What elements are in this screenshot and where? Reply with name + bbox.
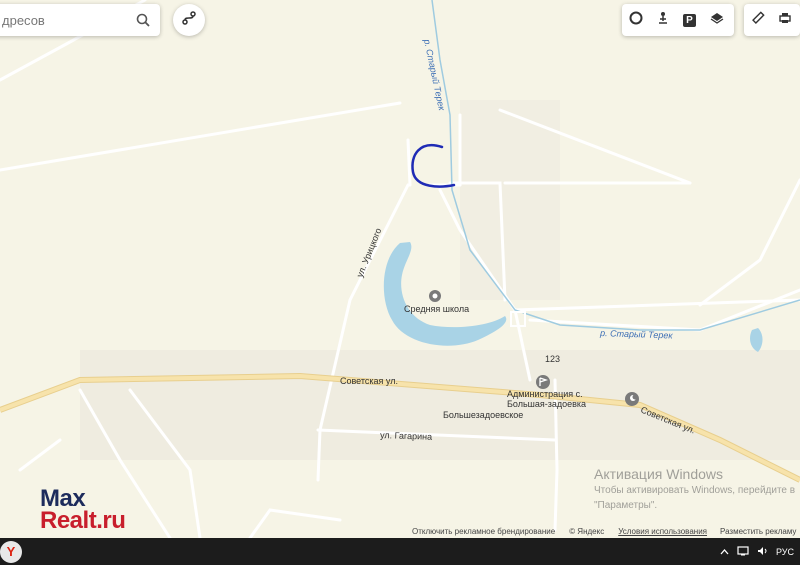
label-admin-2: Большая-задоевка	[507, 399, 586, 409]
panorama-icon	[656, 11, 670, 30]
label-gagarina: ул. Гагарина	[380, 430, 432, 442]
search-input[interactable]	[0, 11, 132, 29]
school-poi-icon	[429, 290, 441, 302]
traffic-icon	[629, 11, 643, 30]
map-layers-toolbar: P	[622, 4, 734, 36]
search-icon[interactable]	[132, 9, 154, 31]
label-123: 123	[545, 354, 560, 364]
disable-ads-link[interactable]: Отключить рекламное брендирование	[412, 527, 555, 536]
layers-icon	[710, 11, 724, 30]
logo-realt: Realt.ru	[40, 507, 126, 534]
panorama-button[interactable]	[649, 4, 676, 36]
label-admin-1: Администрация с.	[507, 389, 583, 399]
traffic-button[interactable]	[622, 4, 649, 36]
terms-link[interactable]: Условия использования	[618, 527, 707, 536]
label-school: Средняя школа	[404, 304, 469, 314]
print-icon	[778, 11, 792, 30]
label-village: Большезадоевское	[443, 410, 523, 420]
search-box[interactable]	[0, 4, 160, 36]
windows-activation-watermark: Активация Windows Чтобы активировать Win…	[594, 466, 795, 512]
network-icon[interactable]	[737, 545, 749, 558]
tools-toolbar	[744, 4, 800, 36]
system-tray: РУС	[720, 538, 794, 565]
chevron-up-icon[interactable]	[720, 547, 729, 557]
map-footer: Отключить рекламное брендирование © Янде…	[412, 527, 707, 536]
activation-line1: Чтобы активировать Windows, перейдите в	[594, 485, 796, 496]
volume-icon[interactable]	[757, 546, 768, 558]
route-button[interactable]	[173, 4, 205, 36]
language-indicator[interactable]: РУС	[776, 547, 794, 557]
ad-settings-link[interactable]: Разместить рекламу	[720, 527, 796, 536]
moon-poi-icon	[625, 392, 639, 406]
taskbar: Y РУС	[0, 538, 800, 565]
parking-icon: P	[683, 13, 696, 27]
label-sovetskaya-left: Советская ул.	[340, 376, 398, 386]
administration-flag-icon	[536, 375, 550, 389]
activation-title: Активация Windows	[594, 466, 724, 482]
activation-line2: "Параметры".	[594, 500, 658, 511]
layers-button[interactable]	[703, 4, 730, 36]
print-button[interactable]	[771, 4, 798, 36]
route-icon	[181, 10, 197, 31]
yandex-copyright: © Яндекс	[569, 527, 605, 536]
map-canvas[interactable]: р. Старый Терек р. Старый Терек ул. Уриц…	[0, 0, 800, 538]
parking-button[interactable]: P	[676, 4, 703, 36]
ruler-icon	[751, 10, 765, 30]
ruler-button[interactable]	[744, 4, 771, 36]
yandex-browser-icon[interactable]: Y	[0, 540, 22, 563]
maxrealt-logo: Max Realt.ru	[40, 487, 126, 534]
